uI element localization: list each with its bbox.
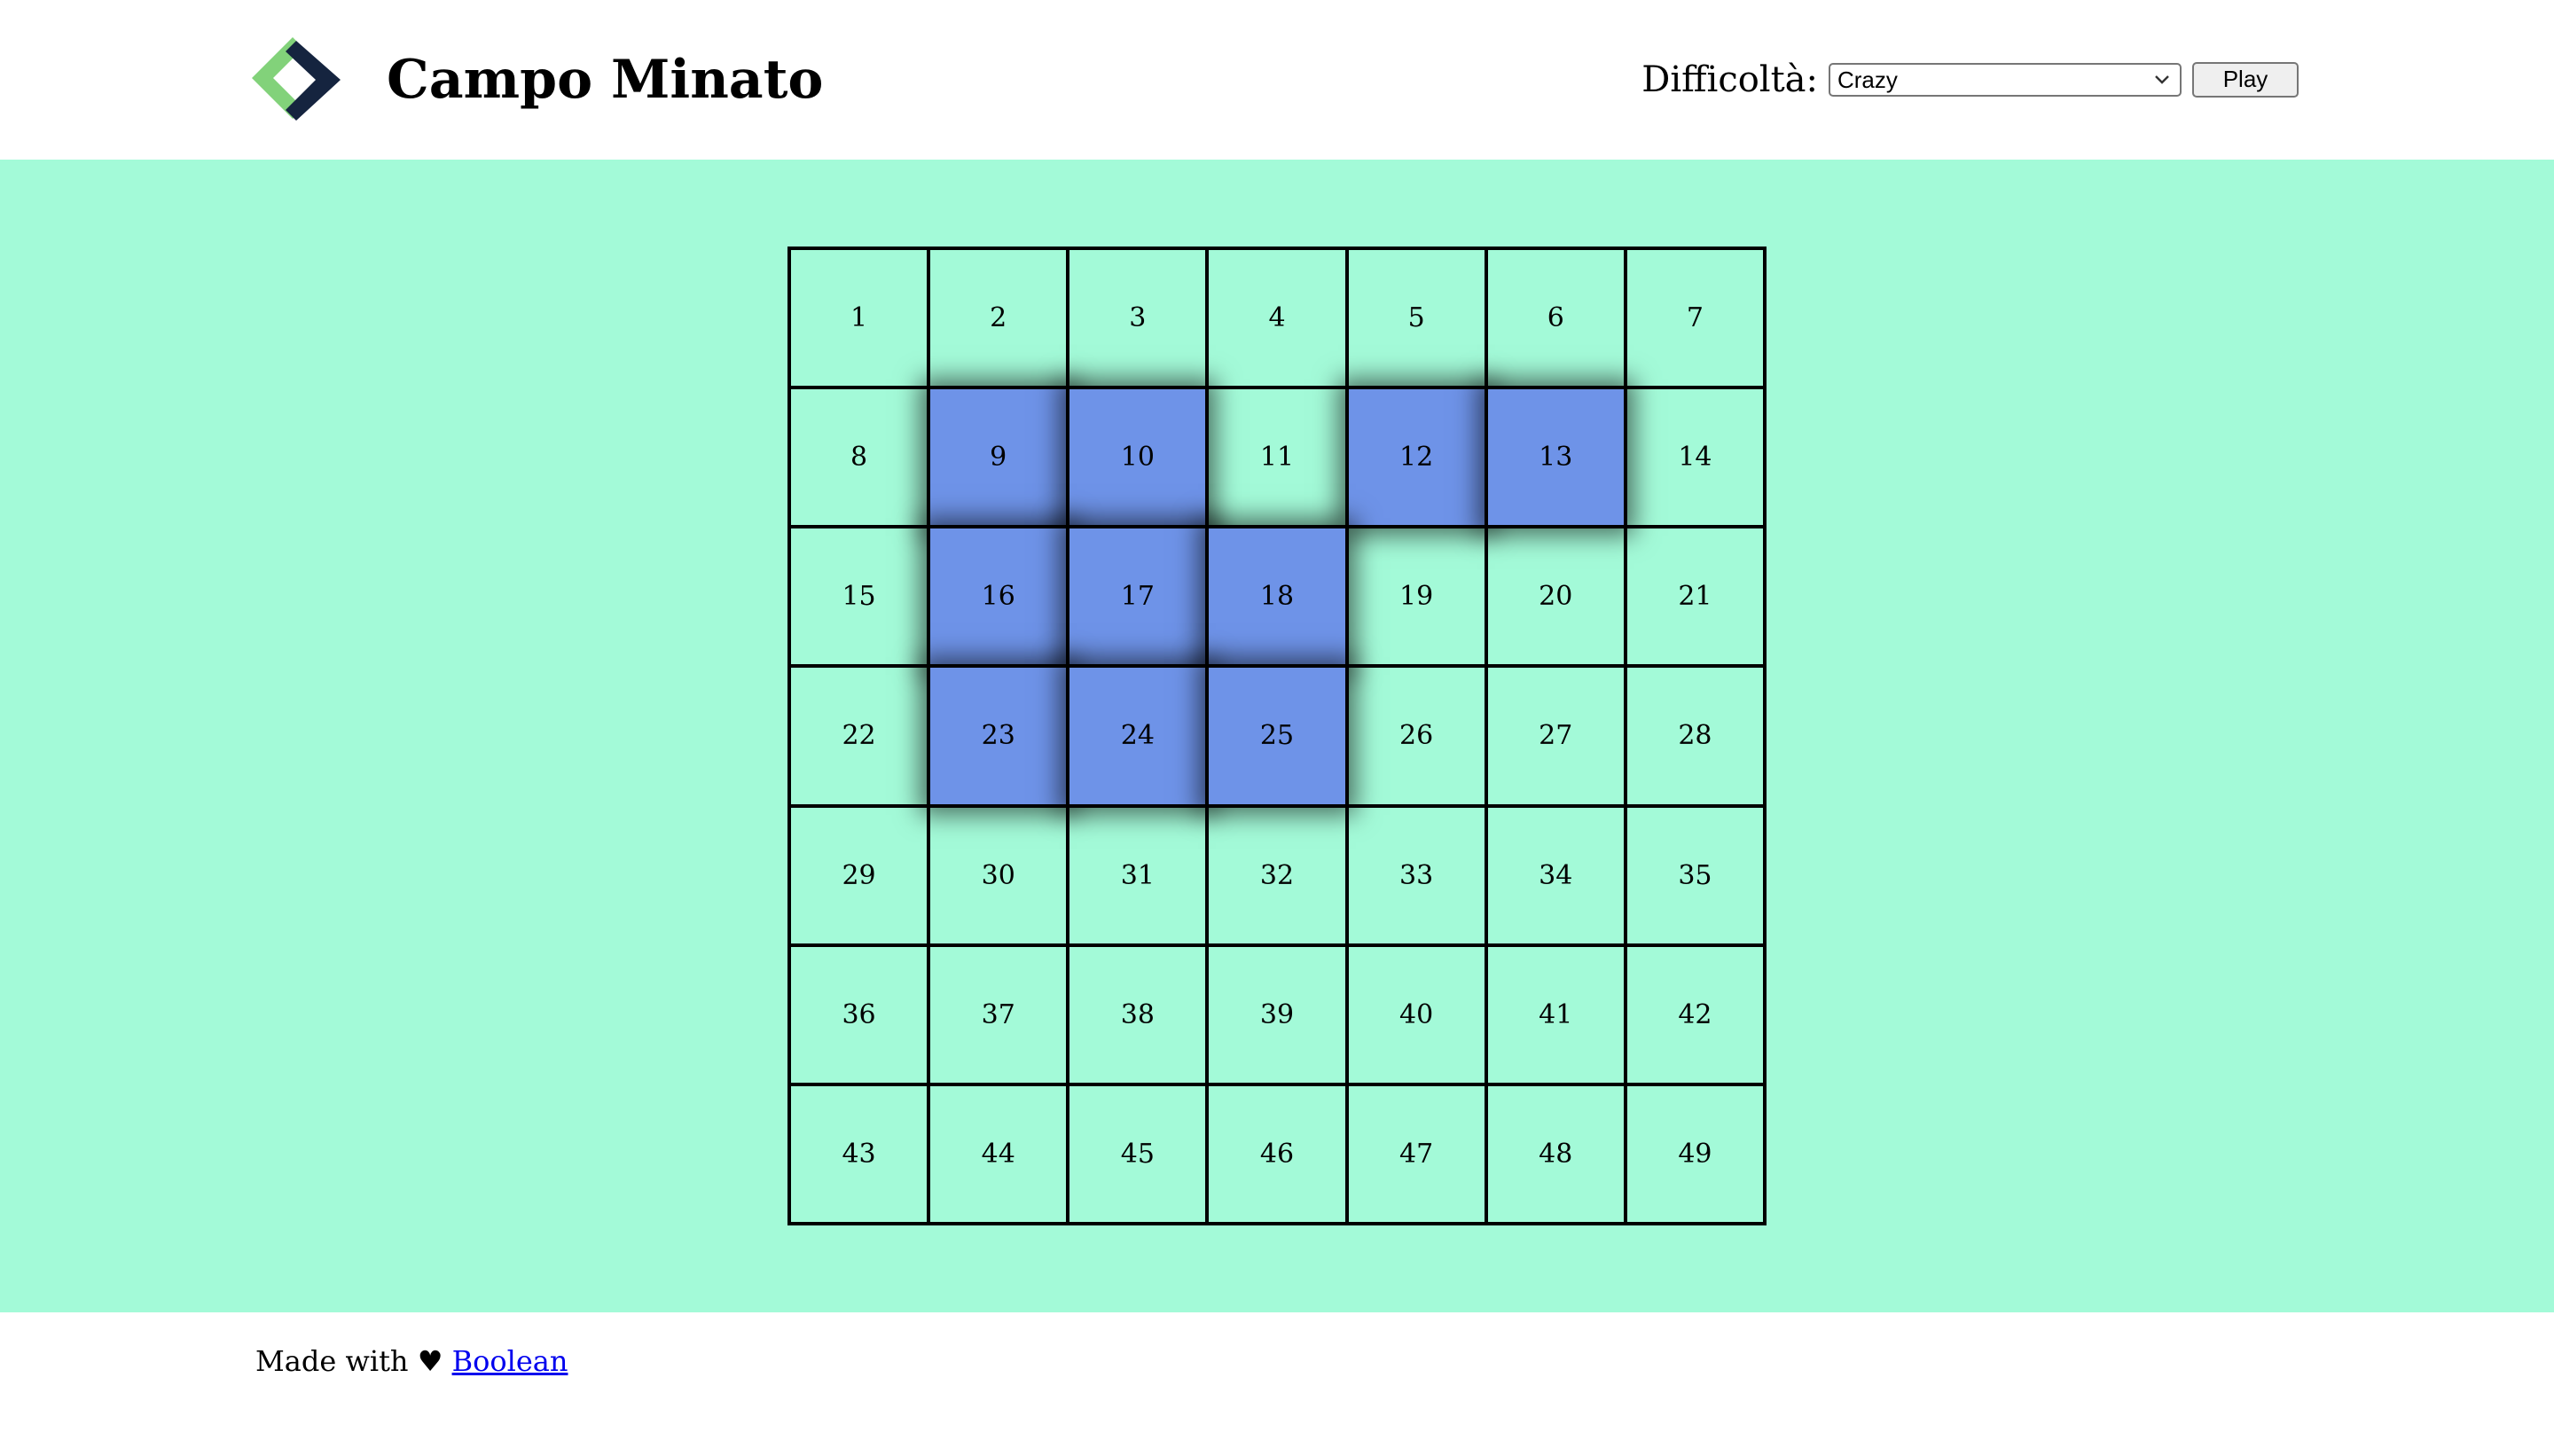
grid-cell[interactable]: 13 xyxy=(1484,386,1627,529)
grid-cell[interactable]: 46 xyxy=(1205,1082,1349,1225)
grid-cell[interactable]: 11 xyxy=(1205,386,1349,529)
grid-cell[interactable]: 42 xyxy=(1623,943,1767,1086)
grid-cell[interactable]: 33 xyxy=(1344,803,1488,947)
boolean-link[interactable]: Boolean xyxy=(452,1344,568,1378)
grid-cell[interactable]: 18 xyxy=(1205,525,1349,669)
grid-cell[interactable]: 39 xyxy=(1205,943,1349,1086)
grid-cell[interactable]: 22 xyxy=(787,664,931,808)
minefield-grid: 1 2 3 4 5 6 7 8 9 10 11 12 13 14 15 16 17 18 19 20 21 22 23 24 2… xyxy=(787,247,1767,1225)
footer-made-with: Made with xyxy=(255,1344,409,1378)
footer-credit: Made with ♥ Boolean xyxy=(255,1339,568,1383)
grid-cell[interactable]: 37 xyxy=(927,943,1070,1086)
grid-cell[interactable]: 30 xyxy=(927,803,1070,947)
grid-cell[interactable]: 21 xyxy=(1623,525,1767,669)
difficulty-controls: Difficoltà: Crazy Play xyxy=(1641,60,2299,99)
grid-cell[interactable]: 32 xyxy=(1205,803,1349,947)
grid-cell[interactable]: 9 xyxy=(927,386,1070,529)
grid-cell[interactable]: 3 xyxy=(1066,247,1210,390)
app-title: Campo Minato xyxy=(387,49,824,111)
grid-cell[interactable]: 47 xyxy=(1344,1082,1488,1225)
grid-cell[interactable]: 20 xyxy=(1484,525,1627,669)
grid-cell[interactable]: 34 xyxy=(1484,803,1627,947)
difficulty-select-value: Crazy xyxy=(1837,67,1898,93)
heart-icon: ♥ xyxy=(417,1344,443,1378)
difficulty-label: Difficoltà: xyxy=(1641,59,1818,100)
grid-cell[interactable]: 29 xyxy=(787,803,931,947)
footer: Made with ♥ Boolean xyxy=(0,1312,2554,1456)
grid-cell[interactable]: 10 xyxy=(1066,386,1210,529)
grid-cell[interactable]: 16 xyxy=(927,525,1070,669)
header: Campo Minato Difficoltà: Crazy Play xyxy=(0,0,2554,160)
grid-cell[interactable]: 12 xyxy=(1344,386,1488,529)
grid-cell[interactable]: 6 xyxy=(1484,247,1627,390)
chevron-down-icon xyxy=(2155,75,2169,84)
grid-cell[interactable]: 8 xyxy=(787,386,931,529)
grid-cell[interactable]: 17 xyxy=(1066,525,1210,669)
grid-cell[interactable]: 2 xyxy=(927,247,1070,390)
grid-cell[interactable]: 31 xyxy=(1066,803,1210,947)
grid-cell[interactable]: 35 xyxy=(1623,803,1767,947)
grid-cell[interactable]: 27 xyxy=(1484,664,1627,808)
difficulty-select[interactable]: Crazy xyxy=(1829,63,2182,97)
grid-cell[interactable]: 49 xyxy=(1623,1082,1767,1225)
grid-cell[interactable]: 44 xyxy=(927,1082,1070,1225)
game-area: 1 2 3 4 5 6 7 8 9 10 11 12 13 14 15 16 17 18 19 20 21 22 23 24 2… xyxy=(0,160,2554,1312)
grid-cell[interactable]: 7 xyxy=(1623,247,1767,390)
grid-cell[interactable]: 48 xyxy=(1484,1082,1627,1225)
grid-cell[interactable]: 23 xyxy=(927,664,1070,808)
grid-cell[interactable]: 41 xyxy=(1484,943,1627,1086)
grid-cell[interactable]: 36 xyxy=(787,943,931,1086)
play-button[interactable]: Play xyxy=(2192,62,2299,98)
grid-cell[interactable]: 40 xyxy=(1344,943,1488,1086)
grid-cell[interactable]: 5 xyxy=(1344,247,1488,390)
grid-cell[interactable]: 43 xyxy=(787,1082,931,1225)
grid-cell[interactable]: 25 xyxy=(1205,664,1349,808)
grid-cell[interactable]: 26 xyxy=(1344,664,1488,808)
grid-cell[interactable]: 28 xyxy=(1623,664,1767,808)
grid-cell[interactable]: 45 xyxy=(1066,1082,1210,1225)
grid-cell[interactable]: 4 xyxy=(1205,247,1349,390)
grid-cell[interactable]: 24 xyxy=(1066,664,1210,808)
grid-cell[interactable]: 1 xyxy=(787,247,931,390)
grid-cell[interactable]: 15 xyxy=(787,525,931,669)
grid-cell[interactable]: 19 xyxy=(1344,525,1488,669)
diamond-logo-icon xyxy=(252,37,341,121)
grid-cell[interactable]: 38 xyxy=(1066,943,1210,1086)
grid-cell[interactable]: 14 xyxy=(1623,386,1767,529)
